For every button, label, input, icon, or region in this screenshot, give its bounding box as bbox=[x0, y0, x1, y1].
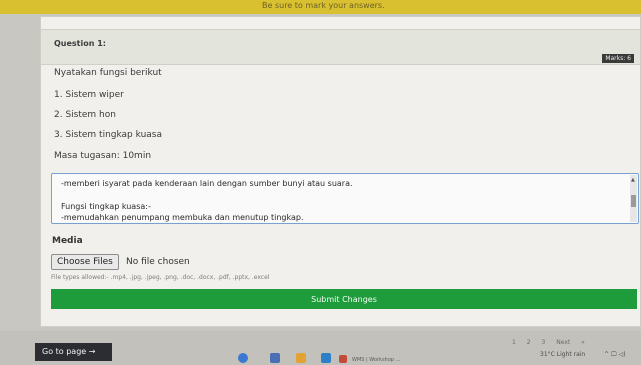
marks-badge: Marks: 6 bbox=[602, 54, 634, 63]
taskbar-window-label[interactable]: WMS | Workshop ... bbox=[352, 357, 400, 363]
page-next-link[interactable]: Next bbox=[556, 339, 570, 346]
media-label: Media bbox=[52, 236, 83, 246]
page-link-3[interactable]: 3 bbox=[542, 339, 546, 346]
answer-textarea[interactable]: -memberi isyarat pada kenderaan lain den… bbox=[51, 173, 639, 224]
question-item-3: 3. Sistem tingkap kuasa bbox=[54, 130, 162, 140]
question-card: Question 1: Marks: 6 Nyatakan fungsi ber… bbox=[40, 16, 641, 327]
app-window-icon[interactable] bbox=[339, 355, 347, 363]
weather-status[interactable]: 31°C Light rain bbox=[540, 351, 585, 358]
scroll-up-icon[interactable]: ▲ bbox=[631, 177, 635, 183]
question-title: Question 1: bbox=[54, 39, 106, 48]
page-link-1[interactable]: 1 bbox=[512, 339, 516, 346]
top-notice-bar: Be sure to mark your answers. bbox=[0, 0, 641, 14]
file-explorer-icon[interactable] bbox=[296, 353, 306, 363]
word-icon[interactable] bbox=[270, 353, 280, 363]
question-item-2: 2. Sistem hon bbox=[54, 110, 116, 120]
go-to-page-button[interactable]: Go to page → bbox=[35, 343, 112, 361]
bottom-area: Go to page → 1 2 3 Next » WMS | Workshop… bbox=[0, 331, 641, 365]
page-last-link[interactable]: » bbox=[581, 339, 585, 346]
no-file-text: No file chosen bbox=[126, 257, 190, 267]
answer-line-4: -memudahkan penumpang membuka dan menutu… bbox=[61, 213, 304, 222]
file-types-hint: File types allowed:- .mp4, .jpg, .jpeg, … bbox=[51, 274, 270, 281]
scrollbar-thumb[interactable] bbox=[631, 195, 636, 207]
question-item-1: 1. Sistem wiper bbox=[54, 90, 124, 100]
answer-scrollbar[interactable]: ▲ bbox=[630, 175, 637, 222]
task-time: Masa tugasan: 10min bbox=[54, 151, 152, 161]
edge-icon[interactable] bbox=[321, 353, 331, 363]
choose-files-button[interactable]: Choose Files bbox=[51, 254, 119, 270]
system-tray[interactable]: ^ 🖵 ◁) bbox=[604, 351, 626, 359]
pagination: 1 2 3 Next » bbox=[512, 339, 594, 346]
top-notice-text: Be sure to mark your answers. bbox=[262, 1, 385, 10]
question-header: Question 1: Marks: 6 bbox=[41, 29, 640, 65]
page-link-2[interactable]: 2 bbox=[527, 339, 531, 346]
submit-changes-button[interactable]: Submit Changes bbox=[51, 289, 637, 309]
answer-line-1: -memberi isyarat pada kenderaan lain den… bbox=[61, 179, 353, 188]
chrome-icon[interactable] bbox=[238, 353, 248, 363]
answer-line-3: Fungsi tingkap kuasa:- bbox=[61, 202, 151, 211]
question-prompt: Nyatakan fungsi berikut bbox=[54, 68, 162, 78]
